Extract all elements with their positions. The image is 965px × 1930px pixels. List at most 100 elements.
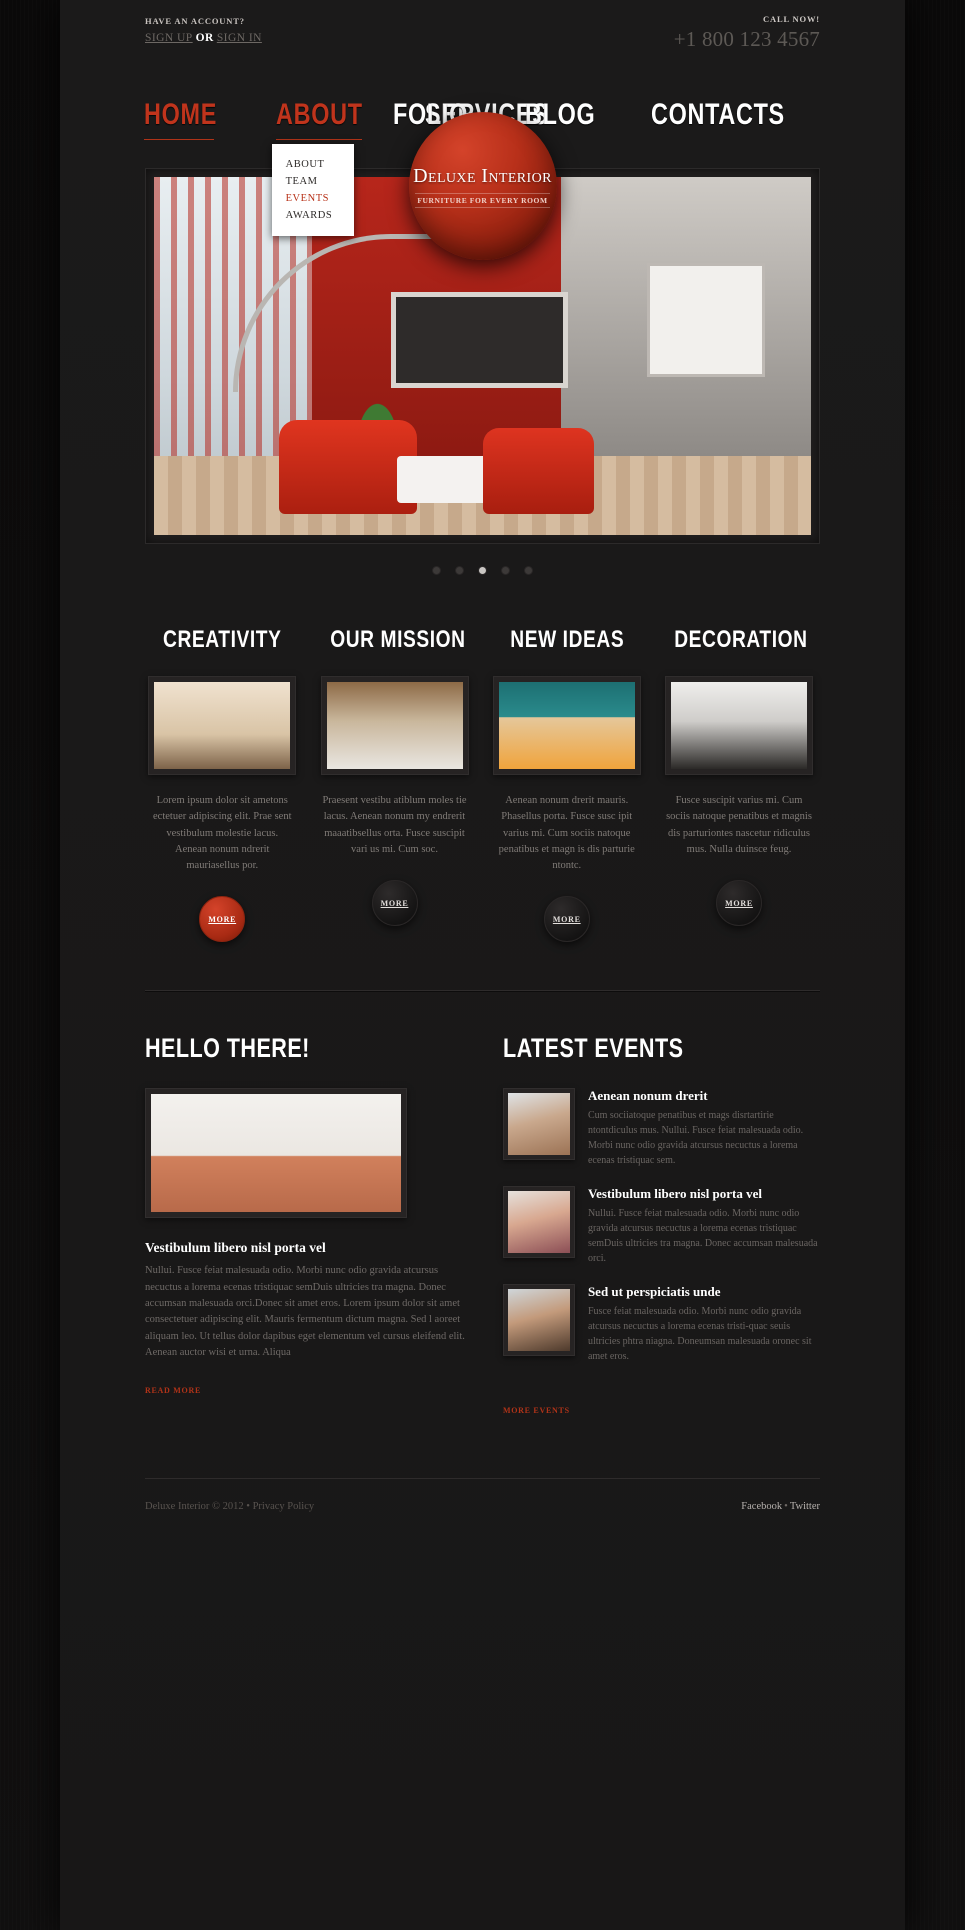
event-text-block: Vestibulum libero nisl porta vel Nullui.…	[588, 1186, 820, 1266]
beige-sofa-image	[154, 682, 291, 769]
twitter-link[interactable]: Twitter	[790, 1501, 820, 1512]
call-block: CALL NOW! +1 800 123 4567	[674, 14, 820, 52]
framed-picture	[646, 262, 765, 378]
footer-copyright: Deluxe Interior © 2012 •	[145, 1501, 250, 1513]
privacy-policy-link[interactable]: Privacy Policy	[253, 1501, 315, 1512]
about-dropdown-menu[interactable]: ABOUT TEAM EVENTS AWARDS	[271, 144, 354, 236]
service-card-creativity: CREATIVITY Lorem ipsum dolor sit ametons…	[145, 626, 300, 943]
event-item[interactable]: Vestibulum libero nisl porta vel Nullui.…	[502, 1186, 820, 1266]
event-description: Nullui. Fusce feiat malesuada odio. Morb…	[587, 1208, 818, 1265]
event-heading: Sed ut perspiciatis unde	[587, 1284, 721, 1300]
more-button[interactable]: MORE	[716, 880, 762, 927]
hello-there-title: HELLO THERE!	[145, 1033, 310, 1064]
woman-smiling-portrait-image	[507, 1191, 570, 1254]
event-heading: Aenean nonum drerit	[587, 1088, 708, 1104]
page-container: HAVE AN ACCOUNT? SIGN UP OR SIGN IN CALL N…	[60, 0, 905, 1930]
nav-item-blog[interactable]: BLOG	[525, 98, 615, 132]
top-bar: HAVE AN ACCOUNT? SIGN UP OR SIGN IN CALL N…	[120, 0, 845, 70]
hello-image-frame[interactable]	[145, 1088, 407, 1219]
event-heading: Vestibulum libero nisl porta vel	[587, 1186, 763, 1202]
call-now-label: CALL NOW!	[762, 14, 820, 24]
latest-events-column: LATEST EVENTS Aenean nonum drerit Cum so…	[502, 1033, 820, 1418]
slider-dot-2[interactable]	[455, 566, 464, 575]
dropdown-item-events[interactable]: EVENTS	[286, 190, 354, 207]
service-thumbnail[interactable]	[148, 676, 297, 775]
event-description: Cum sociiatoque penatibus et mags disrta…	[587, 1110, 804, 1167]
event-item[interactable]: Sed ut perspiciatis unde Fusce feiat mal…	[502, 1284, 820, 1364]
sign-in-link[interactable]: SIGN IN	[217, 32, 262, 44]
facebook-link[interactable]: Facebook	[741, 1501, 782, 1512]
slider-dot-3[interactable]	[478, 566, 487, 575]
nav-link-contacts[interactable]: CONTACTS	[651, 98, 785, 132]
nav-link-home[interactable]: HOME	[144, 98, 217, 132]
read-more-link[interactable]: READ MORE	[145, 1386, 201, 1395]
phone-number: +1 800 123 4567	[673, 27, 820, 51]
site-logo[interactable]: Deluxe Interior FURNITURE FOR EVERY ROOM	[408, 112, 557, 260]
account-label: HAVE AN ACCOUNT?	[145, 16, 245, 26]
latest-events-title: LATEST EVENTS	[502, 1033, 684, 1064]
logo-tagline: FURNITURE FOR EVERY ROOM	[415, 192, 550, 208]
hello-heading: Vestibulum libero nisl porta vel	[145, 1240, 326, 1256]
dropdown-item-awards[interactable]: AWARDS	[286, 207, 354, 224]
service-thumbnail[interactable]	[320, 676, 469, 775]
social-separator: •	[784, 1501, 788, 1513]
nav-item-home[interactable]: HOME	[144, 98, 238, 140]
page-inner: HAVE AN ACCOUNT? SIGN UP OR SIGN IN CALL N…	[120, 0, 845, 1552]
event-description: Fusce feiat malesuada odio. Morbi nunc o…	[587, 1306, 812, 1363]
orange-sofa-image	[151, 1094, 401, 1213]
nav-item-about[interactable]: ABOUT ABOUT TEAM EVENTS AWARDS	[271, 98, 387, 236]
service-title: NEW IDEAS	[509, 626, 624, 653]
man-smiling-portrait-image	[507, 1093, 570, 1156]
nav-link-about[interactable]: ABOUT	[276, 98, 363, 132]
event-thumbnail[interactable]	[502, 1088, 575, 1161]
slider-dot-1[interactable]	[432, 566, 441, 575]
dropdown-item-about[interactable]: ABOUT	[286, 156, 354, 173]
service-title: DECORATION	[674, 626, 808, 653]
service-thumbnail[interactable]	[492, 676, 641, 775]
service-thumbnail[interactable]	[665, 676, 813, 775]
more-button[interactable]: MORE	[543, 896, 590, 943]
hello-body-text: Nullui. Fusce feiat malesuada odio. Morb…	[145, 1265, 465, 1359]
logo-name: Deluxe Interior	[413, 164, 552, 187]
service-card-our-mission: OUR MISSION Praesent vestibu atiblum mol…	[314, 626, 476, 942]
event-item[interactable]: Aenean nonum drerit Cum sociiatoque pena…	[502, 1088, 820, 1168]
orange-cushions-image	[498, 682, 635, 769]
services-section: CREATIVITY Lorem ipsum dolor sit ametons…	[120, 590, 845, 943]
red-armchair-right	[482, 427, 595, 514]
hello-there-column: HELLO THERE! Vestibulum libero nisl port…	[145, 1033, 467, 1418]
nav-link-blog[interactable]: BLOG	[525, 98, 595, 132]
bottom-section: HELLO THERE! Vestibulum libero nisl port…	[120, 991, 845, 1418]
service-card-decoration: DECORATION Fusce suscipit varius mi. Cum…	[658, 626, 820, 942]
sign-up-link[interactable]: SIGN UP	[145, 32, 193, 44]
footer-social-block: Facebook • Twitter	[741, 1501, 820, 1512]
service-title: OUR MISSION	[329, 626, 466, 653]
event-thumbnail[interactable]	[502, 1186, 575, 1259]
footer: Deluxe Interior © 2012 • Privacy Policy …	[120, 1479, 845, 1552]
service-title: CREATIVITY	[163, 626, 282, 653]
black-white-pillows-image	[671, 682, 807, 769]
slider-pagination[interactable]	[120, 544, 845, 590]
nav-item-contacts[interactable]: CONTACTS	[651, 98, 823, 132]
or-separator: OR	[195, 32, 214, 44]
navigation-row: HOME ABOUT ABOUT TEAM EVENTS AWARDS SERV…	[120, 70, 845, 260]
service-card-new-ideas: NEW IDEAS Aenean nonum drerit mauris. Ph…	[490, 626, 645, 943]
more-button[interactable]: MORE	[371, 880, 418, 927]
event-text-block: Sed ut perspiciatis unde Fusce feiat mal…	[588, 1284, 820, 1364]
account-block: HAVE AN ACCOUNT? SIGN UP OR SIGN IN	[145, 16, 262, 44]
service-text: Lorem ipsum dolor sit ametons ectetuer a…	[153, 795, 292, 872]
attic-room-image	[326, 682, 463, 769]
slider-dot-4[interactable]	[501, 566, 510, 575]
wall-tv	[390, 291, 568, 389]
footer-copyright-block: Deluxe Interior © 2012 • Privacy Policy	[145, 1501, 314, 1512]
service-text: Fusce suscipit varius mi. Cum sociis nat…	[666, 795, 812, 855]
man-thinking-portrait-image	[507, 1289, 570, 1352]
service-text: Praesent vestibu atiblum moles tie lacus…	[322, 795, 467, 855]
more-events-link[interactable]: MORE EVENTS	[503, 1406, 570, 1415]
more-button[interactable]: MORE	[199, 896, 246, 943]
account-links: SIGN UP OR SIGN IN	[145, 32, 262, 44]
service-text: Aenean nonum drerit mauris. Phasellus po…	[498, 795, 635, 872]
event-thumbnail[interactable]	[502, 1284, 575, 1357]
event-text-block: Aenean nonum drerit Cum sociiatoque pena…	[588, 1088, 820, 1168]
dropdown-item-team[interactable]: TEAM	[286, 173, 354, 190]
slider-dot-5[interactable]	[524, 566, 533, 575]
